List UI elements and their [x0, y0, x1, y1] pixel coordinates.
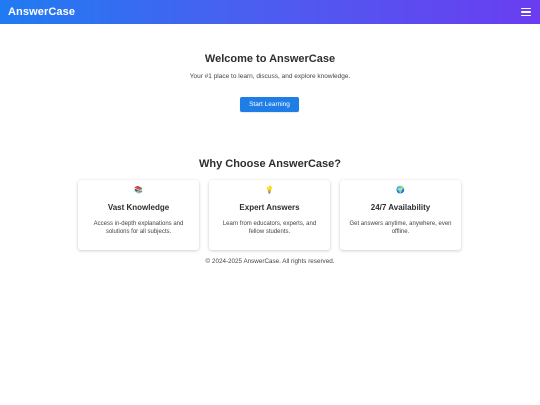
menu-bar-line	[521, 8, 531, 10]
hamburger-menu-icon[interactable]	[521, 8, 531, 16]
feature-card-vast-knowledge: 📚 Vast Knowledge Access in-depth explana…	[78, 180, 199, 250]
books-icon: 📚	[134, 187, 143, 194]
footer-copyright: © 2024-2025 AnswerCase. All rights reser…	[205, 258, 335, 265]
feature-card-availability: 🌍 24/7 Availability Get answers anytime,…	[340, 180, 461, 250]
feature-card-title: Vast Knowledge	[107, 203, 170, 212]
feature-card-description: Access in-depth explanations and solutio…	[93, 221, 184, 235]
menu-bar-line	[521, 11, 531, 13]
feature-card-title: Expert Answers	[239, 203, 300, 212]
start-learning-button[interactable]: Start Learning	[240, 97, 299, 112]
lightbulb-icon: 💡	[265, 187, 274, 194]
features-heading: Why Choose AnswerCase?	[198, 158, 341, 170]
feature-card-description: Get answers anytime, anywhere, even offl…	[349, 221, 452, 235]
feature-card-description: Learn from educators, experts, and fello…	[222, 221, 317, 235]
feature-card-expert-answers: 💡 Expert Answers Learn from educators, e…	[209, 180, 330, 250]
brand-logo[interactable]: AnswerCase	[8, 6, 75, 18]
menu-bar-line	[521, 14, 531, 16]
globe-icon: 🌍	[396, 187, 405, 194]
hero-title: Welcome to AnswerCase	[204, 53, 336, 65]
hero-subtitle: Your #1 place to learn, discuss, and exp…	[189, 73, 351, 80]
feature-card-title: 24/7 Availability	[370, 203, 431, 212]
top-navbar: AnswerCase	[0, 0, 540, 24]
